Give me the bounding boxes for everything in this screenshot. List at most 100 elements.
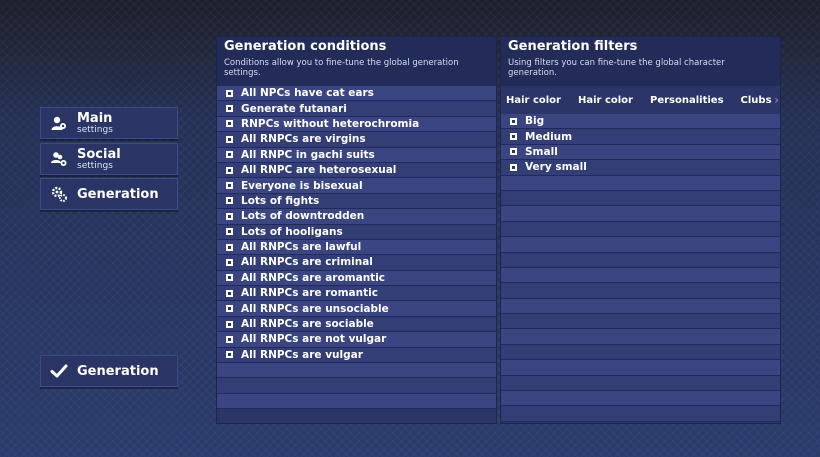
filter-row[interactable]: Medium xyxy=(501,129,780,145)
condition-row[interactable]: All NPCs have cat ears xyxy=(217,86,496,102)
checkbox[interactable] xyxy=(226,89,233,97)
condition-row[interactable]: RNPCs without heterochromia xyxy=(217,116,496,133)
chevron-right-icon[interactable]: › xyxy=(774,93,779,107)
row-label: RNPCs without heterochromia xyxy=(241,117,420,130)
checkbox[interactable] xyxy=(226,335,233,343)
condition-row[interactable]: All RNPC are heterosexual xyxy=(217,162,496,179)
nav-generation-button[interactable]: Generation xyxy=(40,178,178,210)
empty-row xyxy=(501,206,780,222)
checkbox[interactable] xyxy=(226,197,233,205)
checkbox[interactable] xyxy=(510,148,517,156)
checkbox[interactable] xyxy=(226,182,233,190)
checkbox[interactable] xyxy=(510,133,517,141)
checkbox[interactable] xyxy=(226,289,233,297)
tab-clubs[interactable]: Clubs xyxy=(741,95,772,106)
empty-row xyxy=(217,363,496,379)
row-label: Generate futanari xyxy=(241,102,347,115)
empty-row xyxy=(501,298,780,315)
checkbox[interactable] xyxy=(226,228,233,236)
conditions-description: Conditions allow you to fine-tune the gl… xyxy=(224,58,459,78)
checkbox[interactable] xyxy=(226,351,233,359)
empty-row xyxy=(501,344,780,361)
row-label: Small xyxy=(525,145,558,158)
filter-row[interactable]: Small xyxy=(501,144,780,161)
filters-panel: Generation filters Using filters you can… xyxy=(501,37,780,423)
nav-main-settings-button[interactable]: Main settings xyxy=(40,107,178,139)
tab-hair-color-1[interactable]: Hair color xyxy=(506,95,561,106)
nav-social-settings-button[interactable]: Social settings xyxy=(40,143,178,175)
empty-row xyxy=(501,406,780,422)
conditions-title: Generation conditions xyxy=(224,39,387,54)
checkbox[interactable] xyxy=(226,166,233,174)
condition-row[interactable]: Lots of hooligans xyxy=(217,224,496,240)
condition-row[interactable]: All RNPCs are romantic xyxy=(217,286,496,302)
nav-main-sub: settings xyxy=(77,124,113,135)
filters-list: Big Medium Small Very small xyxy=(501,114,780,422)
condition-row[interactable]: All RNPCs are sociable xyxy=(217,316,496,333)
checkbox[interactable] xyxy=(226,258,233,266)
condition-row[interactable]: All RNPCs are virgins xyxy=(217,132,496,148)
checkbox[interactable] xyxy=(226,135,233,143)
conditions-list: All NPCs have cat ears Generate futanari R… xyxy=(217,86,496,410)
checkbox[interactable] xyxy=(226,320,233,328)
conditions-header: Generation conditions Conditions allow y… xyxy=(217,37,496,86)
empty-row xyxy=(501,329,780,345)
empty-row xyxy=(501,314,780,330)
tab-hair-color-2[interactable]: Hair color xyxy=(578,95,633,106)
row-label: Lots of downtrodden xyxy=(241,210,365,223)
filters-header: Generation filters Using filters you can… xyxy=(501,37,780,86)
nav-social-label: Social xyxy=(77,146,121,162)
checkbox[interactable] xyxy=(510,117,517,125)
empty-row xyxy=(501,175,780,191)
checkbox[interactable] xyxy=(226,243,233,251)
filter-row[interactable]: Very small xyxy=(501,160,780,176)
empty-row xyxy=(501,375,780,392)
empty-row xyxy=(501,252,780,268)
gears-icon xyxy=(41,185,77,203)
row-label: All RNPC are heterosexual xyxy=(241,164,397,177)
empty-row xyxy=(501,360,780,376)
empty-row xyxy=(501,267,780,284)
row-label: Everyone is bisexual xyxy=(241,179,363,192)
row-label: All NPCs have cat ears xyxy=(241,87,374,100)
row-label: Lots of hooligans xyxy=(241,225,343,238)
confirm-generation-button[interactable]: Generation xyxy=(40,355,178,387)
checkbox[interactable] xyxy=(226,274,233,282)
row-label: All RNPC in gachi suits xyxy=(241,148,375,161)
empty-row xyxy=(217,393,496,410)
condition-row[interactable]: Everyone is bisexual xyxy=(217,178,496,194)
nav-main-label: Main xyxy=(77,110,113,126)
filters-tabs: Hair color Hair color Personalities Club… xyxy=(501,86,780,114)
row-label: Lots of fights xyxy=(241,194,320,207)
checkbox[interactable] xyxy=(510,163,517,171)
condition-row[interactable]: All RNPCs are unsociable xyxy=(217,301,496,317)
condition-row[interactable]: All RNPC in gachi suits xyxy=(217,147,496,163)
row-label: All RNPCs are not vulgar xyxy=(241,333,387,346)
checkmark-icon xyxy=(41,363,77,379)
filters-description: Using filters you can fine-tune the glob… xyxy=(508,58,725,78)
row-label: Big xyxy=(525,115,545,128)
empty-row xyxy=(501,221,780,238)
row-label: All RNPCs are aromantic xyxy=(241,271,386,284)
nav-generation-label: Generation xyxy=(77,186,159,202)
condition-row[interactable]: All RNPCs are criminal xyxy=(217,255,496,271)
condition-row[interactable]: Lots of downtrodden xyxy=(217,209,496,225)
person-gear-icon xyxy=(41,114,77,132)
condition-row[interactable]: Lots of fights xyxy=(217,193,496,210)
confirm-generation-label: Generation xyxy=(77,363,159,379)
condition-row[interactable]: All RNPCs are not vulgar xyxy=(217,332,496,348)
filter-row[interactable]: Big xyxy=(501,114,780,130)
checkbox[interactable] xyxy=(226,120,233,128)
tab-personalities[interactable]: Personalities xyxy=(650,95,724,106)
condition-row[interactable]: Generate futanari xyxy=(217,101,496,117)
checkbox[interactable] xyxy=(226,212,233,220)
condition-row[interactable]: All RNPCs are lawful xyxy=(217,239,496,256)
condition-row[interactable]: All RNPCs are vulgar xyxy=(217,347,496,364)
row-label: Medium xyxy=(525,130,573,143)
checkbox[interactable] xyxy=(226,105,233,113)
checkbox[interactable] xyxy=(226,151,233,159)
empty-row xyxy=(217,378,496,394)
condition-row[interactable]: All RNPCs are aromantic xyxy=(217,270,496,287)
row-label: All RNPCs are romantic xyxy=(241,287,378,300)
checkbox[interactable] xyxy=(226,305,233,313)
